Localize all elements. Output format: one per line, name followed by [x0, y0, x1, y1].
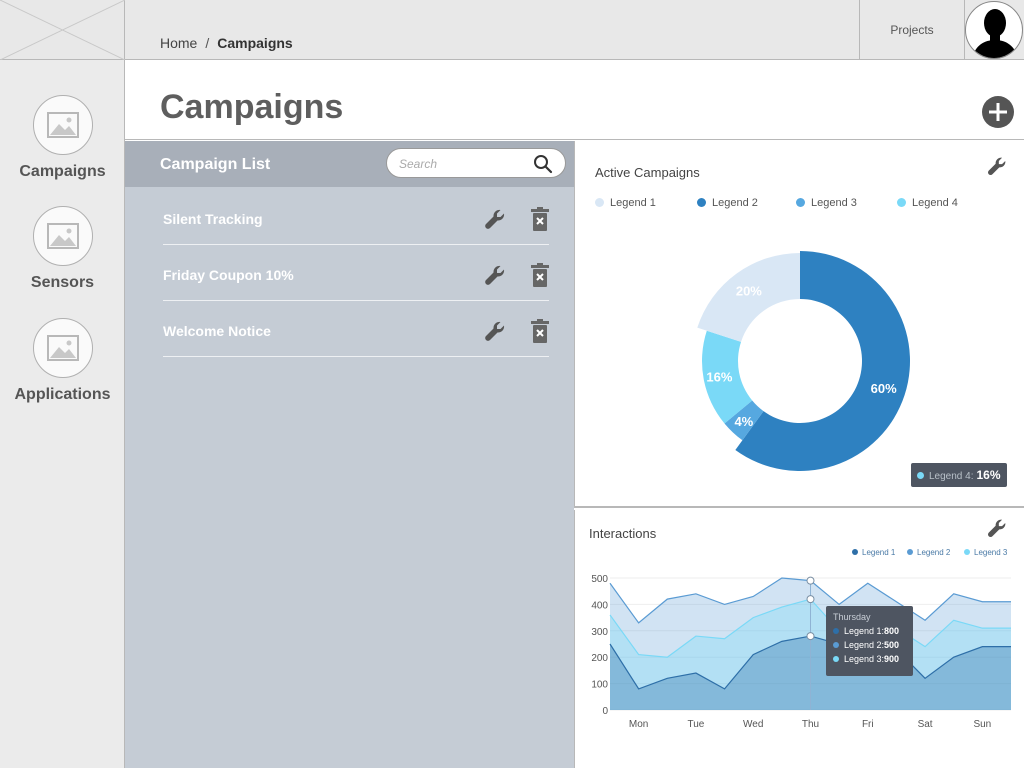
x-tick-label: Wed — [743, 719, 763, 730]
y-tick-label: 100 — [591, 680, 608, 691]
y-tick-label: 400 — [591, 600, 608, 611]
logo-placeholder — [0, 0, 126, 61]
x-tick-label: Tue — [687, 719, 704, 730]
list-item[interactable]: Silent Tracking — [163, 189, 549, 245]
y-tick-label: 500 — [591, 574, 608, 585]
donut-slice-label: 16% — [706, 369, 732, 384]
list-item[interactable]: Friday Coupon 10% — [163, 245, 549, 301]
projects-button[interactable]: Projects — [859, 0, 965, 60]
x-tick-label: Mon — [629, 719, 648, 730]
top-bar: Home / Campaigns Projects — [125, 0, 1024, 60]
area-chart: 0 100 200 300 400 500 Mon Tue Wed Thu Fri Sat Sun — [591, 574, 1011, 730]
sidebar: Campaigns Sensors Applications — [0, 60, 125, 768]
search-input[interactable] — [399, 155, 529, 173]
interactions-card: Interactions Legend 1 Legend 2 Legend 3 … — [574, 510, 1024, 768]
sidebar-item-applications[interactable]: Applications — [0, 318, 125, 404]
breadcrumb-separator: / — [205, 35, 210, 51]
donut-slice-label: 60% — [871, 381, 897, 396]
donut-slice-label: 20% — [736, 284, 762, 299]
trash-icon[interactable] — [531, 207, 549, 231]
campaign-list-title: Campaign List — [160, 156, 271, 173]
sidebar-item-label: Campaigns — [19, 163, 106, 180]
hover-point[interactable] — [806, 595, 815, 604]
hover-point[interactable] — [806, 632, 815, 641]
tooltip-row: Legend 3:900 — [833, 654, 906, 664]
breadcrumb: Home / Campaigns — [160, 35, 293, 51]
x-tick-label: Fri — [862, 719, 874, 730]
wrench-icon[interactable] — [483, 319, 507, 343]
wrench-icon[interactable] — [483, 263, 507, 287]
y-tick-label: 300 — [591, 627, 608, 638]
donut-chart: 60% 4% 16% 20% — [697, 251, 910, 471]
search-box — [386, 148, 566, 178]
trash-icon[interactable] — [531, 263, 549, 287]
page-title: Campaigns — [160, 88, 344, 126]
campaign-name: Silent Tracking — [163, 211, 263, 227]
tooltip-title: Thursday — [833, 612, 871, 622]
chart-tooltip: Thursday Legend 1:800 Legend 2:500 Legen… — [826, 606, 913, 676]
x-tick-label: Sat — [918, 719, 933, 730]
sidebar-item-label: Applications — [14, 386, 111, 403]
list-item[interactable]: Welcome Notice — [163, 301, 549, 357]
image-icon — [32, 318, 93, 378]
sidebar-item-label: Sensors — [30, 274, 95, 291]
campaign-list-header: Campaign List — [125, 141, 574, 187]
y-tick-label: 200 — [591, 653, 608, 664]
campaign-list-panel: Campaign List Silent Tracking Friday Cou… — [125, 141, 574, 768]
donut-tooltip: Legend 4: 16% — [911, 463, 1007, 487]
hover-point[interactable] — [806, 576, 815, 585]
y-tick-label: 0 — [602, 706, 608, 717]
image-icon — [32, 206, 93, 266]
donut-slice-label: 4% — [734, 414, 753, 429]
sidebar-item-sensors[interactable]: Sensors — [0, 206, 125, 292]
breadcrumb-home[interactable]: Home — [160, 35, 197, 51]
logo-placeholder-icon — [0, 0, 126, 61]
trash-icon[interactable] — [531, 319, 549, 343]
campaign-name: Welcome Notice — [163, 323, 271, 339]
user-silhouette-icon — [972, 9, 1018, 58]
active-campaigns-card: Active Campaigns Legend 1 Legend 2 Legen… — [574, 141, 1024, 508]
campaign-name: Friday Coupon 10% — [163, 267, 294, 283]
user-avatar[interactable] — [965, 1, 1023, 59]
search-icon[interactable] — [533, 154, 553, 174]
tooltip-row: Legend 1:800 — [833, 626, 906, 636]
sidebar-item-campaigns[interactable]: Campaigns — [0, 95, 125, 181]
image-icon — [32, 95, 93, 155]
wrench-icon[interactable] — [483, 207, 507, 231]
breadcrumb-current: Campaigns — [217, 35, 293, 51]
page-header: Campaigns — [125, 60, 1024, 140]
x-tick-label: Thu — [802, 719, 819, 730]
x-tick-label: Sun — [973, 719, 991, 730]
plus-circle-icon[interactable] — [982, 96, 1014, 128]
tooltip-row: Legend 2:500 — [833, 640, 906, 650]
